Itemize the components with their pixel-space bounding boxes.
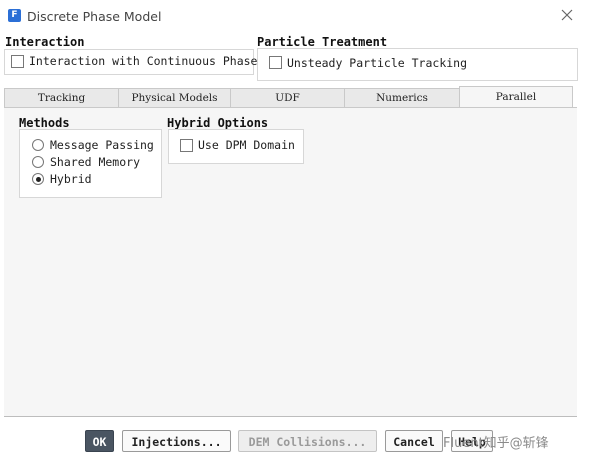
hybrid-radio[interactable]	[32, 173, 44, 185]
use-dpm-domain-checkbox[interactable]	[180, 139, 193, 152]
methods-label: Methods	[19, 116, 70, 130]
watermark: Fluent知乎@斩锋	[443, 436, 549, 451]
window-title: Discrete Phase Model	[27, 9, 162, 24]
message-passing-radio[interactable]	[32, 139, 44, 151]
dem-collisions-button: DEM Collisions...	[238, 430, 377, 452]
title-bar: F Discrete Phase Model	[0, 0, 599, 32]
tab-parallel[interactable]: Parallel	[459, 86, 573, 109]
fluent-app-icon: F	[8, 9, 21, 22]
unsteady-particle-tracking-checkbox[interactable]	[269, 56, 282, 69]
parallel-tab-panel: Methods Message Passing Shared Memory Hy…	[4, 107, 577, 417]
tab-numerics[interactable]: Numerics	[344, 88, 460, 108]
ok-button[interactable]: OK	[85, 430, 114, 452]
interaction-label: Interaction	[5, 35, 85, 49]
interaction-continuous-phase-checkbox[interactable]	[11, 55, 24, 68]
shared-memory-radio[interactable]	[32, 156, 44, 168]
cancel-button[interactable]: Cancel	[385, 430, 443, 452]
shared-memory-label: Shared Memory	[50, 155, 141, 169]
use-dpm-domain-label: Use DPM Domain	[198, 138, 295, 152]
tab-tracking[interactable]: Tracking	[4, 88, 119, 108]
tab-udf[interactable]: UDF	[230, 88, 345, 108]
injections-button[interactable]: Injections...	[122, 430, 231, 452]
unsteady-particle-tracking-label: Unsteady Particle Tracking	[287, 56, 468, 70]
particle-treatment-label: Particle Treatment	[257, 35, 388, 49]
close-icon[interactable]	[560, 8, 574, 22]
interaction-continuous-phase-label: Interaction with Continuous Phase	[29, 54, 258, 68]
hybrid-label: Hybrid	[50, 172, 92, 186]
tab-bar: Tracking Physical Models UDF Numerics Pa…	[4, 86, 573, 109]
hybrid-options-label: Hybrid Options	[167, 116, 269, 130]
tab-physical-models[interactable]: Physical Models	[118, 88, 231, 108]
message-passing-label: Message Passing	[50, 138, 154, 152]
discrete-phase-model-dialog: F Discrete Phase Model Interaction Inter…	[0, 0, 599, 466]
